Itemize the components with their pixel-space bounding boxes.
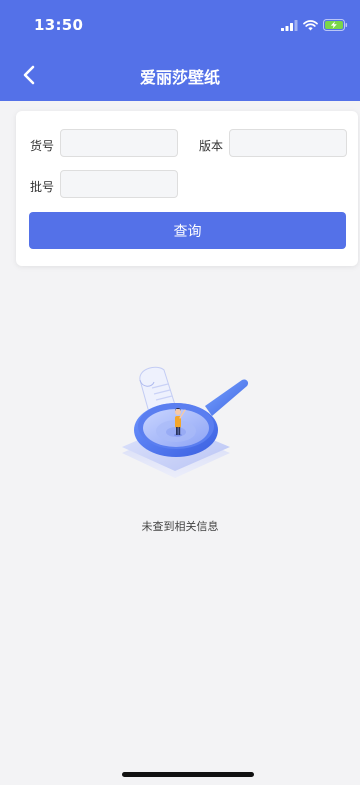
- search-form-card: 货号 版本 批号 查询: [16, 111, 358, 266]
- home-indicator: [122, 772, 254, 777]
- status-icons: [281, 18, 348, 32]
- wifi-icon: [303, 19, 318, 30]
- page-title: 爱丽莎壁纸: [139, 68, 220, 87]
- version-label: 版本: [199, 139, 224, 153]
- empty-state-message: 未查到相关信息: [141, 520, 219, 533]
- query-button[interactable]: 查询: [29, 212, 346, 249]
- batch-number-label: 批号: [30, 180, 55, 194]
- navigation-bar: 爱丽莎壁纸: [0, 52, 360, 96]
- status-time: 13:50: [34, 16, 84, 34]
- version-input[interactable]: [229, 129, 347, 157]
- status-bar: 13:50: [0, 0, 360, 48]
- app-header: 13:50 爱丽莎壁纸: [0, 0, 360, 101]
- signal-icon: [281, 19, 298, 31]
- magnifier-search-illustration: [122, 366, 249, 478]
- item-number-input[interactable]: [60, 129, 178, 157]
- item-number-label: 货号: [30, 139, 55, 153]
- batch-number-input[interactable]: [60, 170, 178, 198]
- battery-charging-icon: [323, 19, 348, 31]
